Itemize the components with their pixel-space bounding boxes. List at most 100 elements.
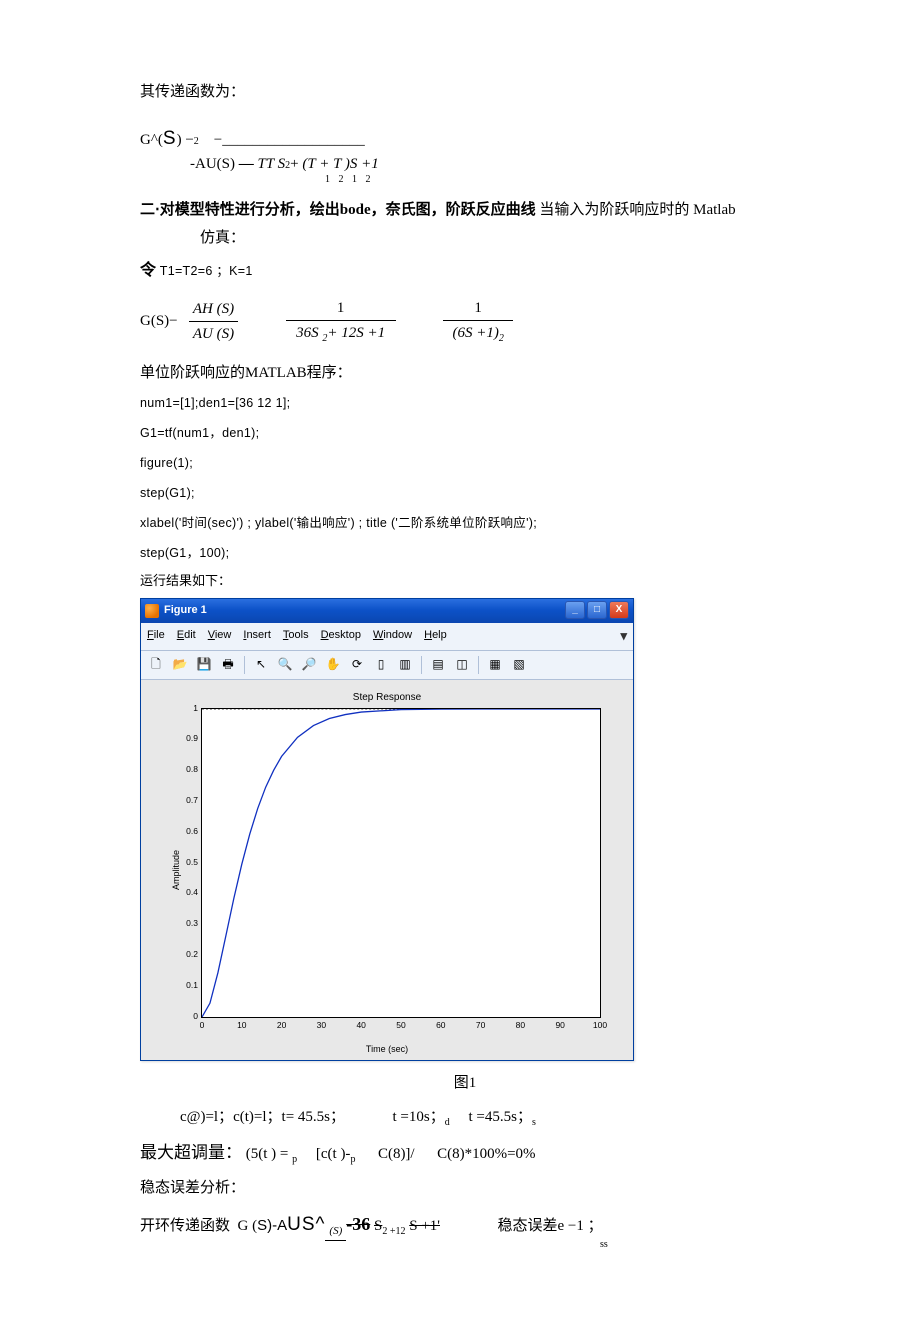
maximize-button[interactable]: □ xyxy=(587,601,607,619)
ytick: 0.9 xyxy=(186,733,202,747)
ct-b: t =10s； xyxy=(393,1109,445,1125)
menu-window[interactable]: Window xyxy=(373,627,412,645)
plot-axes[interactable]: 0 0.1 0.2 0.3 0.4 0.5 0.6 0.7 0.8 0.9 1 … xyxy=(201,708,601,1018)
plot-title: Step Response xyxy=(141,690,633,706)
menubar: File Edit View Insert Tools Desktop Wind… xyxy=(141,623,633,651)
gs-frac1: AH (S) AU (S) xyxy=(189,297,238,346)
gs-formula: G(S)− AH (S) AU (S) 1 36S 2+ 12S +1 1 (6… xyxy=(140,296,790,347)
open-tf-t3: 2 xyxy=(400,1226,405,1237)
overshoot-a: (5(t ) = xyxy=(246,1146,289,1162)
xtick: 100 xyxy=(593,1017,607,1033)
legend-icon[interactable]: ▤ xyxy=(427,654,449,676)
ytick: 0.6 xyxy=(186,825,202,839)
equation-1: G^(S) −2 −___________________ xyxy=(140,124,790,154)
datacursor-icon[interactable]: ▯ xyxy=(370,654,392,676)
let-val: T1=T2=6 ；K=1 xyxy=(160,264,253,278)
code-line: figure(1); xyxy=(140,453,790,473)
menu-desktop[interactable]: Desktop xyxy=(321,627,361,645)
zoom-in-icon[interactable]: 🔍 xyxy=(274,654,296,676)
print-icon[interactable]: 🖶 xyxy=(217,654,239,676)
overshoot-b-sub: p xyxy=(350,1154,355,1165)
eq-eq: — xyxy=(239,156,254,172)
toolbar: 🗋 📂 💾 🖶 ↖ 🔍 🔎 ✋ ⟳ ▯ ▥ ▤ ◫ ▦ ▧ xyxy=(141,651,633,680)
section-2-heading: 二⋅对模型特性进行分析，绘出bode，奈氏图，阶跃反应曲线 当输入为阶跃响应时的… xyxy=(140,198,790,222)
pan-icon[interactable]: ✋ xyxy=(322,654,344,676)
code-line: step(G1，100); xyxy=(140,543,790,563)
open-tf-t2: 2 +1 xyxy=(382,1226,400,1237)
step-response-curve xyxy=(202,709,600,1017)
let-char: 令 xyxy=(140,262,156,279)
colorbar-icon[interactable]: ▥ xyxy=(394,654,416,676)
ct-line: c@)=l；c(t)=l；t= 45.5s； t =10s；d t =45.5s… xyxy=(180,1105,790,1131)
overshoot-line: 最大超调量： (5(t ) = p [c(t )-p C(8)]/ C(8)*1… xyxy=(140,1139,790,1168)
plottools2-icon[interactable]: ▧ xyxy=(508,654,530,676)
ct-a: c@)=l；c(t)=l；t= 45.5s； xyxy=(180,1109,345,1125)
eq-text: TT S xyxy=(258,156,286,172)
gs-dash: − xyxy=(169,313,177,329)
plot-xlabel: Time (sec) xyxy=(141,1042,633,1056)
run-result: 运行结果如下： xyxy=(140,571,790,592)
overshoot-p: p xyxy=(292,1154,297,1165)
window-titlebar[interactable]: Figure 1 _ □ X xyxy=(141,599,633,623)
overshoot-label: 最大超调量： xyxy=(140,1143,242,1162)
section-tail: 当输入为阶跃响应时的 Matlab xyxy=(539,202,735,218)
eq-sub2: 2 xyxy=(194,136,199,147)
menu-help[interactable]: Help xyxy=(424,627,447,645)
plottools-icon[interactable]: ▦ xyxy=(484,654,506,676)
open-icon[interactable]: 📂 xyxy=(169,654,191,676)
eq-plus: + xyxy=(290,156,298,172)
minimize-button[interactable]: _ xyxy=(565,601,585,619)
menu-tools[interactable]: Tools xyxy=(283,627,309,645)
xtick: 30 xyxy=(317,1017,326,1033)
zoom-out-icon[interactable]: 🔎 xyxy=(298,654,320,676)
xtick: 70 xyxy=(476,1017,485,1033)
sse-semi: ； xyxy=(588,1218,603,1234)
gs-frac3: 1 (6S +1)2 xyxy=(443,296,513,347)
let-line: 令 T1=T2=6 ；K=1 xyxy=(140,258,790,284)
save-icon[interactable]: 💾 xyxy=(193,654,215,676)
code-line: step(G1); xyxy=(140,483,790,503)
open-tf-36: -36 xyxy=(346,1214,370,1234)
den-s2: 2 xyxy=(499,333,504,344)
den-a: (6S +1) xyxy=(452,325,498,341)
ct-c-sub: s xyxy=(532,1117,536,1128)
new-icon[interactable]: 🗋 xyxy=(145,654,167,676)
insert-icon[interactable]: ◫ xyxy=(451,654,473,676)
code-line: num1=[1];den1=[36 12 1]; xyxy=(140,393,790,413)
ct-c: t =45.5s； xyxy=(468,1109,531,1125)
frac-den: (6S +1)2 xyxy=(443,321,513,347)
eq-text: G^( xyxy=(140,132,163,148)
menu-file[interactable]: File xyxy=(147,627,165,645)
window-controls: _ □ X xyxy=(565,601,629,619)
close-button[interactable]: X xyxy=(609,601,629,619)
frac-num: AH (S) xyxy=(189,297,238,322)
menu-insert[interactable]: Insert xyxy=(243,627,271,645)
xtick: 40 xyxy=(356,1017,365,1033)
open-tf-line: 开环传递函数 G (S)-AUS^(S)-36 S2 +12 S +1' 稳态误… xyxy=(140,1210,790,1254)
open-tf-eq: G ( xyxy=(238,1218,258,1234)
eq-paren: ) xyxy=(177,132,182,148)
section-title: 二⋅对模型特性进行分析，绘出bode，奈氏图，阶跃反应曲线 xyxy=(140,202,536,218)
gs-frac2: 1 36S 2+ 12S +1 xyxy=(286,296,396,347)
frac-den: AU (S) xyxy=(189,322,238,346)
section-2-cont: 仿真： xyxy=(200,226,790,250)
code-line: xlabel('时间(sec)') ; ylabel('输出响应') ; tit… xyxy=(140,513,790,533)
ytick: 0.1 xyxy=(186,979,202,993)
menu-view[interactable]: View xyxy=(208,627,232,645)
pointer-icon[interactable]: ↖ xyxy=(250,654,272,676)
rotate-icon[interactable]: ⟳ xyxy=(346,654,368,676)
ytick: 0.7 xyxy=(186,794,202,808)
xtick: 60 xyxy=(436,1017,445,1033)
den-a: 36S xyxy=(296,325,319,341)
plot-area[interactable]: Step Response Amplitude Time (sec) 0 0.1… xyxy=(141,680,633,1060)
menu-edit[interactable]: Edit xyxy=(177,627,196,645)
overshoot-d: C(8)*100%=0% xyxy=(437,1146,535,1162)
eq-text: -AU(S) xyxy=(190,156,235,172)
dock-icon[interactable]: ▾ xyxy=(620,626,627,647)
figure-caption: 图1 xyxy=(140,1071,790,1095)
eq-dash: − xyxy=(185,132,193,148)
overshoot-b: [c(t )- xyxy=(316,1146,351,1162)
den-b: + 12S +1 xyxy=(327,325,385,341)
plot-ylabel: Amplitude xyxy=(169,850,183,890)
equation-1b: -AU(S) — TT S2+ (T + T )S +1 1 2 1 2 xyxy=(190,152,790,188)
